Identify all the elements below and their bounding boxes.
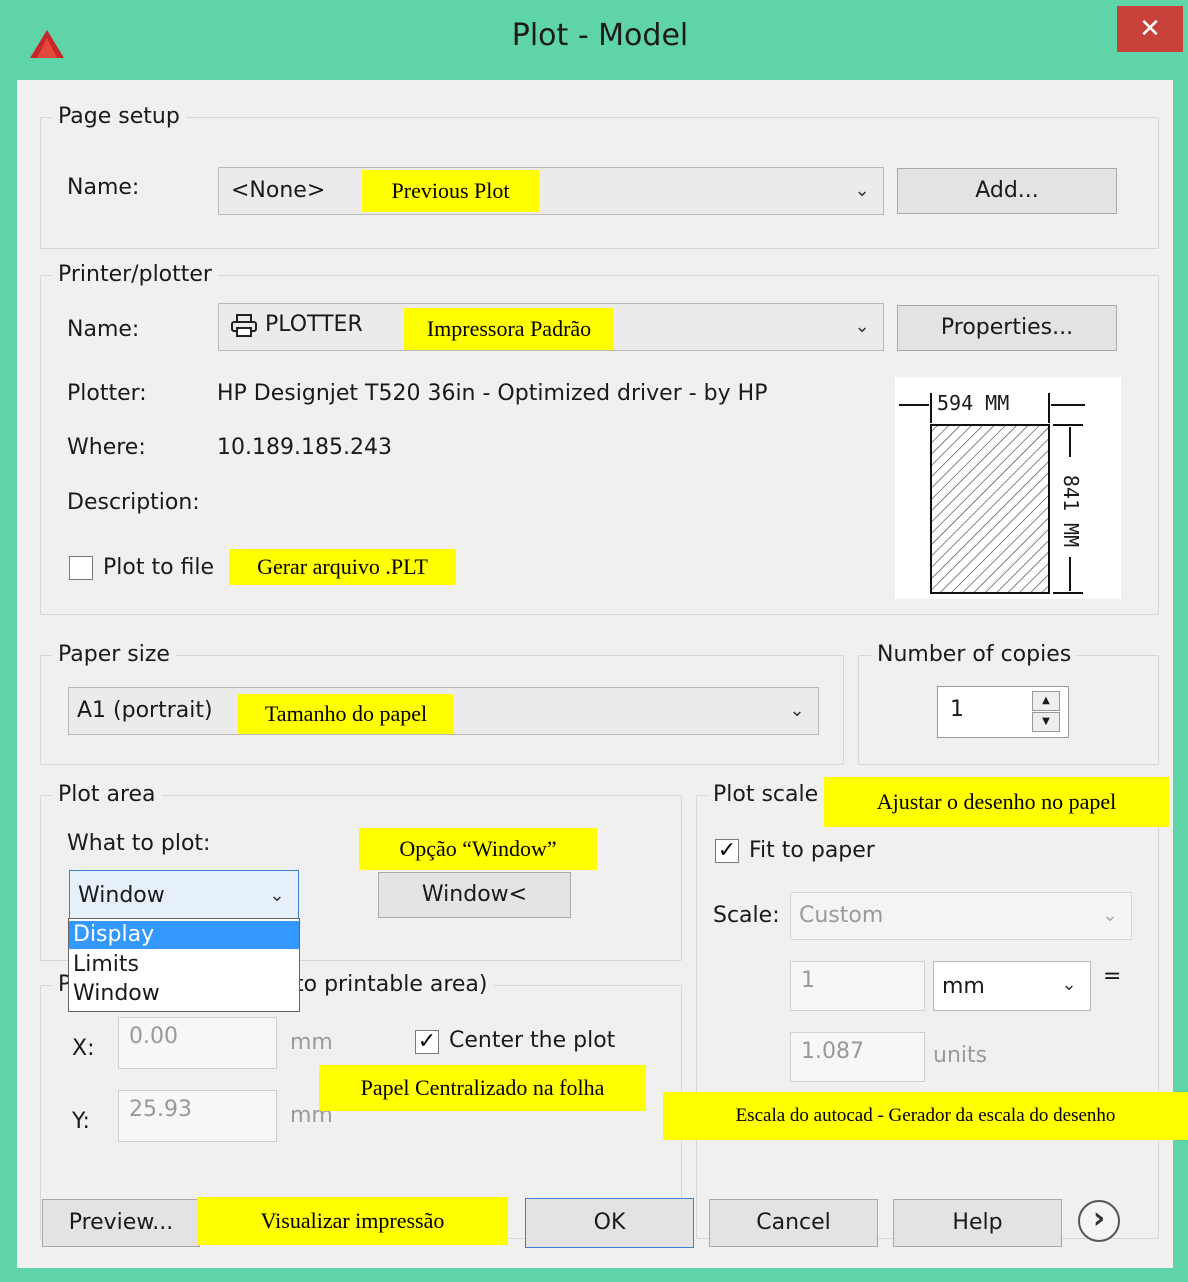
printer-plotter-label: Printer/plotter [52, 262, 218, 287]
page-setup-name-value: <None> [231, 178, 326, 203]
dialog-client-area: Page setup Name: <None> ⌄ Add... Printer… [17, 80, 1188, 1268]
option-display[interactable]: Display [69, 921, 299, 949]
description-label: Description: [67, 490, 200, 515]
plot-to-file-label: Plot to file [103, 555, 215, 580]
plot-area-label: Plot area [52, 782, 162, 807]
scale-label: Scale: [713, 903, 780, 928]
preview-height-label: 841 MM [1059, 474, 1083, 548]
center-plot-checkbox[interactable]: ✓ [415, 1030, 439, 1054]
fit-to-paper-checkbox[interactable]: ✓ [715, 839, 739, 863]
chevron-down-icon: ⌄ [854, 316, 870, 337]
plot-scale-label: Plot scale [707, 782, 825, 807]
window-pick-button[interactable]: Window< [378, 872, 571, 918]
plot-offset-label-tail: to printable area) [289, 972, 494, 997]
annotation-opcao-window: Opção “Window” [359, 828, 597, 870]
offset-y-label: Y: [72, 1109, 90, 1134]
chevron-down-icon: ⌄ [269, 885, 285, 906]
scale-value: Custom [799, 903, 884, 928]
ok-button[interactable]: OK [525, 1198, 694, 1248]
scale-unit-value: mm [942, 974, 985, 999]
chevron-down-icon: ⌄ [854, 180, 870, 201]
scale-value2: 1.087 [801, 1039, 864, 1064]
equals-sign: = [1103, 964, 1122, 989]
window-title: Plot - Model [511, 18, 689, 53]
title-bar[interactable]: Plot - Model ✕ [0, 0, 1188, 80]
offset-x-input[interactable]: 0.00 [118, 1017, 277, 1069]
annotation-previous-plot: Previous Plot [362, 170, 539, 212]
chevron-down-icon: ⌄ [1102, 905, 1118, 926]
plotter-label: Plotter: [67, 381, 147, 406]
printer-name-label: Name: [67, 317, 140, 342]
spin-down-icon[interactable]: ▼ [1032, 712, 1060, 732]
paper-preview: 594 MM 841 MM [895, 377, 1121, 599]
annotation-gerar-arquivo: Gerar arquivo .PLT [229, 549, 456, 585]
copies-label: Number of copies [871, 642, 1078, 667]
option-limits[interactable]: Limits [69, 951, 299, 979]
preview-button[interactable]: Preview... [42, 1199, 200, 1247]
expand-arrow-icon[interactable]: › [1078, 1200, 1120, 1242]
printer-name-value: PLOTTER [265, 312, 363, 337]
add-button[interactable]: Add... [897, 168, 1117, 214]
chevron-down-icon: ⌄ [789, 700, 805, 721]
annotation-ajustar: Ajustar o desenho no papel [824, 777, 1169, 827]
offset-x-unit: mm [290, 1030, 333, 1055]
annotation-impressora: Impressora Padrão [404, 308, 614, 350]
help-button[interactable]: Help [893, 1199, 1062, 1247]
cancel-button[interactable]: Cancel [709, 1199, 878, 1247]
copies-spinner[interactable]: 1 ▲ ▼ [937, 686, 1069, 738]
page-setup-name-combo[interactable]: <None> ⌄ [218, 167, 884, 215]
scale-value1-input[interactable]: 1 [790, 961, 925, 1011]
preview-width-label: 594 MM [937, 391, 1010, 415]
page-setup-label: Page setup [52, 104, 186, 129]
plot-dialog-window: Plot - Model ✕ Page setup Name: <None> ⌄… [0, 0, 1188, 1282]
printer-icon [231, 314, 257, 337]
offset-x-label: X: [72, 1036, 95, 1061]
fit-to-paper-label: Fit to paper [749, 838, 875, 863]
paper-size-value: A1 (portrait) [77, 698, 213, 723]
chevron-down-icon: ⌄ [1061, 974, 1077, 995]
what-to-plot-combo[interactable]: Window ⌄ [69, 870, 299, 920]
option-window[interactable]: Window [69, 980, 299, 1008]
scale-combo[interactable]: Custom ⌄ [790, 892, 1132, 940]
where-label: Where: [67, 435, 146, 460]
plot-to-file-checkbox[interactable] [69, 556, 93, 580]
annotation-tamanho-papel: Tamanho do papel [238, 694, 454, 734]
what-to-plot-value: Window [78, 883, 165, 908]
offset-x-value: 0.00 [129, 1024, 178, 1049]
scale-value2-input[interactable]: 1.087 [790, 1032, 925, 1082]
center-plot-label: Center the plot [449, 1028, 616, 1053]
scale-value1: 1 [801, 968, 815, 993]
where-value: 10.189.185.243 [217, 435, 392, 460]
page-setup-name-label: Name: [67, 175, 140, 200]
annotation-escala: Escala do autocad - Gerador da escala do… [663, 1092, 1188, 1140]
offset-y-input[interactable]: 25.93 [118, 1090, 277, 1142]
what-to-plot-label: What to plot: [67, 831, 211, 856]
plotter-value: HP Designjet T520 36in - Optimized drive… [217, 381, 768, 406]
properties-button[interactable]: Properties... [897, 305, 1117, 351]
paper-size-label: Paper size [52, 642, 176, 667]
annotation-centralizado: Papel Centralizado na folha [319, 1065, 646, 1111]
annotation-visualizar: Visualizar impressão [197, 1197, 508, 1245]
close-button[interactable]: ✕ [1117, 6, 1183, 52]
scale-unit-combo[interactable]: mm ⌄ [933, 961, 1091, 1011]
copies-value: 1 [950, 697, 964, 722]
what-to-plot-dropdown: Display Limits Window [68, 918, 300, 1012]
offset-y-value: 25.93 [129, 1097, 192, 1122]
spin-up-icon[interactable]: ▲ [1032, 691, 1060, 711]
scale-units-label: units [933, 1043, 988, 1068]
